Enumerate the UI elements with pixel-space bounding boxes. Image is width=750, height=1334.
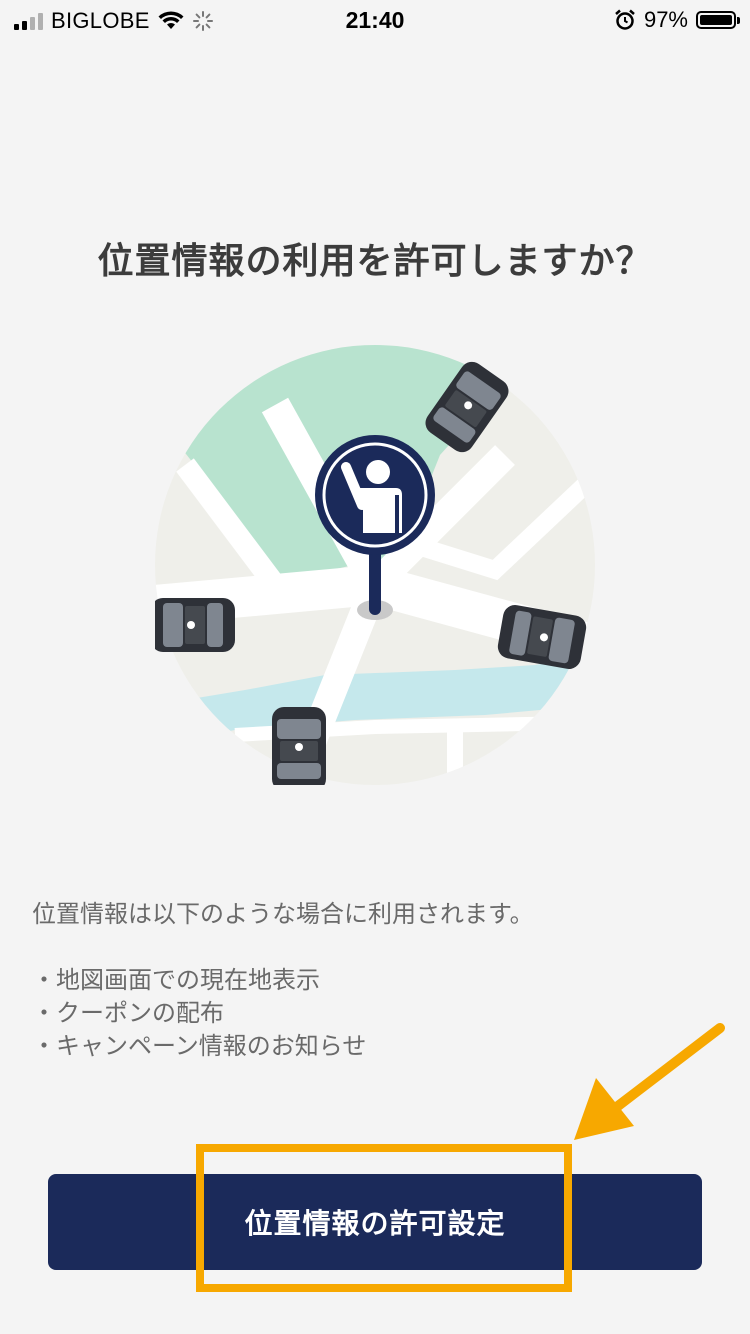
- battery-percent: 97%: [643, 7, 688, 32]
- description-text: 位置情報は以下のような場合に利用されます。: [32, 900, 534, 928]
- list-item: ・クーポンの配布: [32, 999, 224, 1027]
- page-title: 位置情報の利用を許可しますか？: [97, 241, 653, 282]
- list-item: ・地図画面での現在地表示: [32, 966, 320, 994]
- usage-list: ・地図画面での現在地表示 ・クーポンの配布 ・キャンペーン情報のお知らせ: [32, 964, 722, 1063]
- alarm-icon: [615, 9, 635, 30]
- list-item: ・キャンペーン情報のお知らせ: [32, 1032, 367, 1060]
- status-bar: BIGLOBE 21:40 97%: [0, 0, 750, 40]
- car-icon: [155, 598, 235, 652]
- battery-icon: [696, 11, 740, 29]
- car-icon: [272, 707, 326, 785]
- location-permission-button[interactable]: 位置情報の許可設定: [48, 1174, 702, 1270]
- map-illustration: [155, 345, 595, 785]
